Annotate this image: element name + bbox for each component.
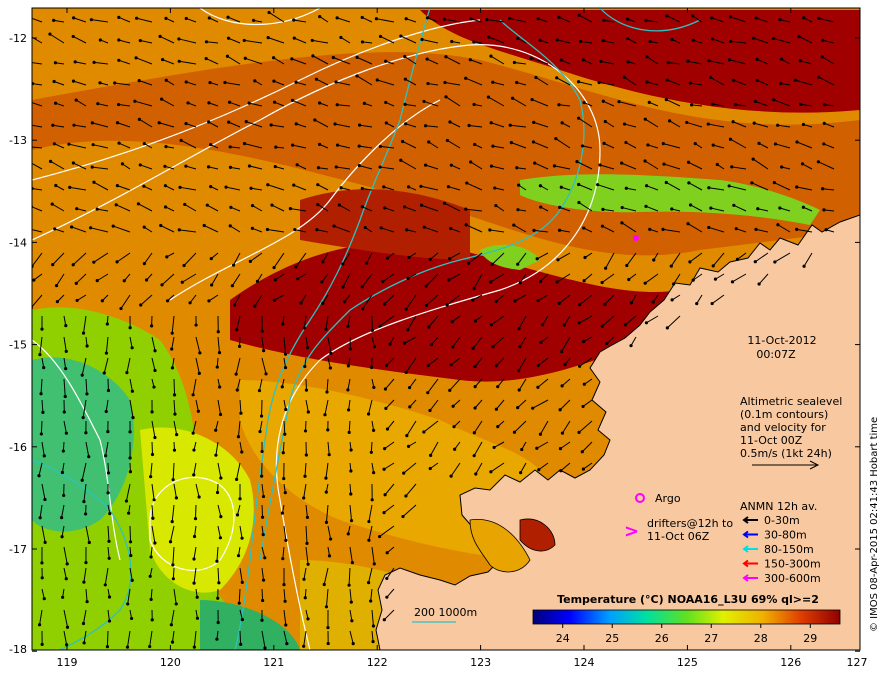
lon-tick-label: 124 xyxy=(574,656,595,669)
time-label: 00:07Z xyxy=(756,348,796,361)
anmn-item-label: 30-80m xyxy=(764,529,807,542)
lat-tick-label: -17 xyxy=(9,543,27,556)
lat-tick-label: -14 xyxy=(9,236,27,249)
lon-tick-label: 125 xyxy=(677,656,698,669)
lon-tick-label: 127 xyxy=(847,656,868,669)
anmn-item-label: 150-300m xyxy=(764,558,821,571)
lat-tick-label: -18 xyxy=(9,643,27,656)
colorbar-tick-label: 27 xyxy=(704,632,718,645)
argo-float-position xyxy=(633,235,639,241)
credit-label: © IMOS 08-Apr-2015 02:41:43 Hobart time xyxy=(869,417,880,632)
sst-map: 119 120 121 122 123 124 125 126 127 -12 -13 -14 -15 -… xyxy=(9,7,880,669)
lon-tick-label: 119 xyxy=(57,656,78,669)
altimetry-line-5: 0.5m/s (1kt 24h) xyxy=(740,447,832,460)
colorbar-tick-label: 28 xyxy=(754,632,768,645)
drifters-line-1: drifters@12h to xyxy=(647,517,733,530)
colorbar-tick-label: 25 xyxy=(605,632,619,645)
isobath-label: 200 1000m xyxy=(414,606,477,619)
altimetry-line-4: 11-Oct 00Z xyxy=(740,434,803,447)
anmn-title: ANMN 12h av. xyxy=(740,500,817,513)
lon-tick-label: 126 xyxy=(780,656,801,669)
anmn-item-label: 0-30m xyxy=(764,514,800,527)
argo-label: Argo xyxy=(655,492,681,505)
drifter-marker-icon: > xyxy=(624,521,639,542)
lon-tick-label: 122 xyxy=(367,656,388,669)
colorbar-gradient xyxy=(532,609,841,625)
drifters-line-2: 11-Oct 06Z xyxy=(647,530,710,543)
altimetry-line-2: (0.1m contours) xyxy=(740,408,828,421)
colorbar-tick-label: 26 xyxy=(655,632,669,645)
colorbar-tick-label: 24 xyxy=(556,632,570,645)
altimetry-line-1: Altimetric sealevel xyxy=(740,395,842,408)
colorbar-tick-label: 29 xyxy=(803,632,817,645)
lon-tick-label: 120 xyxy=(160,656,181,669)
lat-tick-label: -13 xyxy=(9,134,27,147)
date-label: 11-Oct-2012 xyxy=(747,334,816,347)
lon-tick-label: 121 xyxy=(263,656,284,669)
lat-tick-label: -16 xyxy=(9,441,27,454)
altimetry-line-3: and velocity for xyxy=(740,421,826,434)
lat-tick-label: -12 xyxy=(9,32,27,45)
anmn-item-label: 300-600m xyxy=(764,572,821,585)
colorbar-title: Temperature (°C) NOAA16_L3U 69% ql>=2 xyxy=(557,593,819,606)
anmn-item-label: 80-150m xyxy=(764,543,814,556)
lat-tick-label: -15 xyxy=(9,339,27,352)
lon-tick-label: 123 xyxy=(470,656,491,669)
